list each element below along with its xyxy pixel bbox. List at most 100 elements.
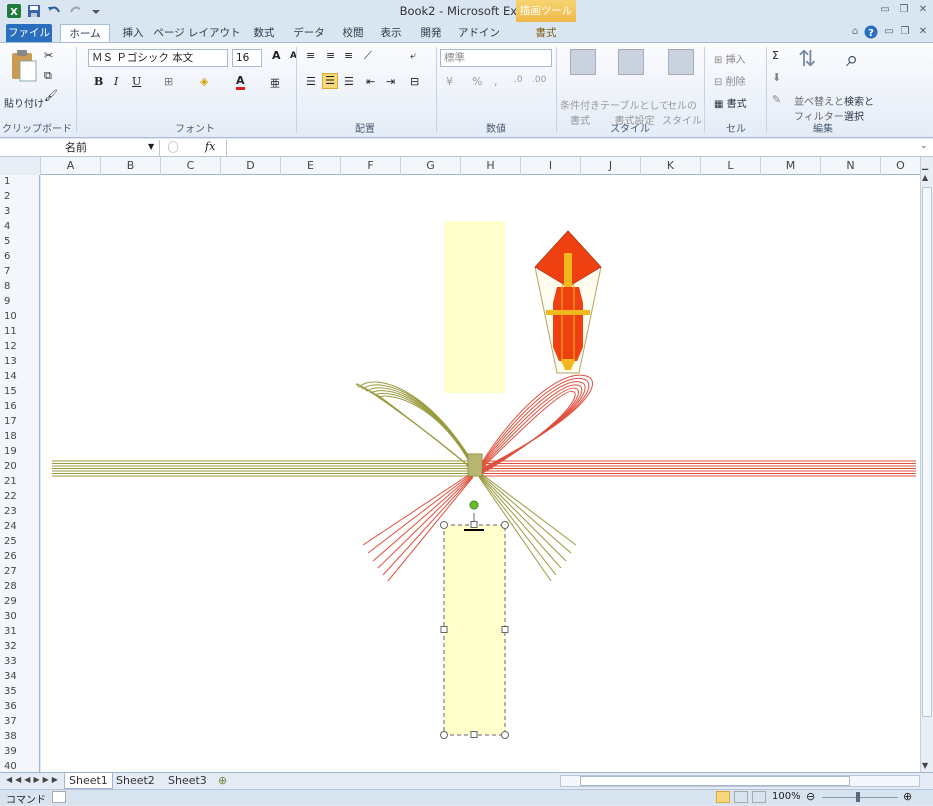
number-format-combo[interactable]: 標準 (440, 49, 552, 67)
formula-input[interactable] (226, 140, 916, 156)
fill-color-icon[interactable]: ◈ (200, 75, 208, 88)
name-box-dropdown-icon[interactable]: ▼ (148, 142, 154, 151)
row-header-18[interactable]: 18 (0, 431, 40, 442)
sheet-tab-1[interactable]: Sheet1 (64, 773, 113, 789)
row-header-35[interactable]: 35 (0, 686, 40, 697)
help-icon[interactable]: ? (864, 25, 878, 39)
row-header-23[interactable]: 23 (0, 506, 40, 517)
column-header-e[interactable]: E (281, 157, 341, 175)
align-middle-icon[interactable]: ≡ (326, 49, 335, 62)
row-header-13[interactable]: 13 (0, 356, 40, 367)
row-header-25[interactable]: 25 (0, 536, 40, 547)
italic-button[interactable]: I (114, 75, 118, 88)
paste-icon[interactable] (6, 47, 40, 85)
row-header-15[interactable]: 15 (0, 386, 40, 397)
left-cord-loop[interactable] (356, 381, 474, 469)
row-header-1[interactable]: 1 (0, 176, 40, 187)
column-header-b[interactable]: B (101, 157, 161, 175)
vertical-scroll-thumb[interactable] (922, 187, 932, 717)
tab-home[interactable]: ホーム (60, 24, 110, 42)
align-right-icon[interactable]: ☰ (344, 75, 354, 88)
font-size-combo[interactable]: 16 (232, 49, 262, 67)
row-header-31[interactable]: 31 (0, 626, 40, 637)
horizontal-scroll-thumb[interactable] (580, 776, 850, 786)
align-top-icon[interactable]: ≡ (306, 49, 315, 62)
row-header-39[interactable]: 39 (0, 746, 40, 757)
autosum-icon[interactable]: Σ (772, 49, 779, 62)
wrap-text-icon[interactable]: ⤶ (410, 49, 416, 63)
insert-cells-button[interactable]: ⊞ 挿入 (714, 51, 746, 66)
format-cells-button[interactable]: ▦ 書式 (714, 95, 747, 110)
workbook-restore-button[interactable]: ❐ (898, 26, 912, 38)
tab-page-layout[interactable]: ページ レイアウト (152, 24, 242, 42)
row-header-10[interactable]: 10 (0, 311, 40, 322)
cut-icon[interactable]: ✂ (44, 49, 53, 62)
lower-paper-strip-selected[interactable] (443, 524, 506, 736)
row-header-17[interactable]: 17 (0, 416, 40, 427)
column-header-a[interactable]: A (41, 157, 101, 175)
increase-indent-icon[interactable]: ⇥ (386, 75, 395, 88)
tab-format[interactable]: 書式 (524, 24, 568, 42)
horizontal-cord-right[interactable] (481, 460, 916, 477)
scroll-up-icon[interactable]: ▲ (922, 173, 928, 182)
fill-icon[interactable]: ⬇ (772, 71, 781, 84)
format-table-icon[interactable] (618, 49, 644, 75)
tab-view[interactable]: 表示 (374, 24, 408, 42)
row-header-21[interactable]: 21 (0, 476, 40, 487)
column-header-k[interactable]: K (641, 157, 701, 175)
workbook-close-button[interactable]: ✕ (916, 26, 930, 38)
sheet-tab-3[interactable]: Sheet3 (164, 773, 211, 789)
align-center-icon[interactable]: ☰ (322, 73, 338, 89)
row-header-26[interactable]: 26 (0, 551, 40, 562)
orientation-icon[interactable]: ⟋ (364, 49, 372, 63)
paste-button[interactable]: 貼り付け (4, 95, 44, 110)
column-header-n[interactable]: N (821, 157, 881, 175)
row-header-11[interactable]: 11 (0, 326, 40, 337)
row-header-27[interactable]: 27 (0, 566, 40, 577)
noshi-ornament[interactable] (534, 230, 602, 374)
upper-paper-strip[interactable] (444, 221, 505, 393)
column-header-o[interactable]: O (881, 157, 920, 175)
row-header-32[interactable]: 32 (0, 641, 40, 652)
font-color-icon[interactable]: A (236, 75, 245, 90)
row-header-28[interactable]: 28 (0, 581, 40, 592)
clear-icon[interactable]: ✎ (772, 93, 781, 106)
row-header-24[interactable]: 24 (0, 521, 40, 532)
column-header-m[interactable]: M (761, 157, 821, 175)
row-header-40[interactable]: 40 (0, 761, 40, 772)
delete-cells-button[interactable]: ⊟ 削除 (714, 73, 746, 88)
row-header-2[interactable]: 2 (0, 191, 40, 202)
find-select-button[interactable]: 検索と 選択 (844, 93, 874, 123)
tab-formulas[interactable]: 数式 (246, 24, 282, 42)
name-box[interactable]: 名前 (10, 140, 160, 156)
scroll-down-icon[interactable]: ▼ (922, 761, 928, 770)
tab-developer[interactable]: 開発 (414, 24, 448, 42)
sheet-tab-2[interactable]: Sheet2 (112, 773, 159, 789)
tab-data[interactable]: データ (288, 24, 330, 42)
tab-addins[interactable]: アドイン (454, 24, 504, 42)
zoom-in-icon[interactable]: ⊕ (903, 790, 912, 803)
tab-insert[interactable]: 挿入 (116, 24, 150, 42)
insert-sheet-icon[interactable]: ⊕ (218, 774, 227, 787)
column-header-h[interactable]: H (461, 157, 521, 175)
row-header-34[interactable]: 34 (0, 671, 40, 682)
align-left-icon[interactable]: ☰ (306, 75, 316, 88)
comma-icon[interactable]: , (494, 75, 498, 88)
row-header-19[interactable]: 19 (0, 446, 40, 457)
row-header-20[interactable]: 20 (0, 461, 40, 472)
column-header-c[interactable]: C (161, 157, 221, 175)
workbook-minimize-button[interactable]: ▭ (882, 26, 896, 38)
column-header-j[interactable]: J (581, 157, 641, 175)
normal-view-icon[interactable] (716, 791, 730, 803)
column-header-g[interactable]: G (401, 157, 461, 175)
minimize-ribbon-icon[interactable]: ⌂ (848, 26, 862, 38)
copy-icon[interactable]: ⧉ (44, 69, 52, 83)
row-header-16[interactable]: 16 (0, 401, 40, 412)
increase-decimal-icon[interactable]: .0 (514, 75, 523, 85)
row-header-30[interactable]: 30 (0, 611, 40, 622)
decrease-decimal-icon[interactable]: .00 (532, 75, 546, 85)
zoom-slider[interactable] (822, 797, 898, 798)
row-header-12[interactable]: 12 (0, 341, 40, 352)
borders-icon[interactable]: ⊞ (164, 75, 173, 88)
select-all-corner[interactable] (0, 157, 41, 175)
